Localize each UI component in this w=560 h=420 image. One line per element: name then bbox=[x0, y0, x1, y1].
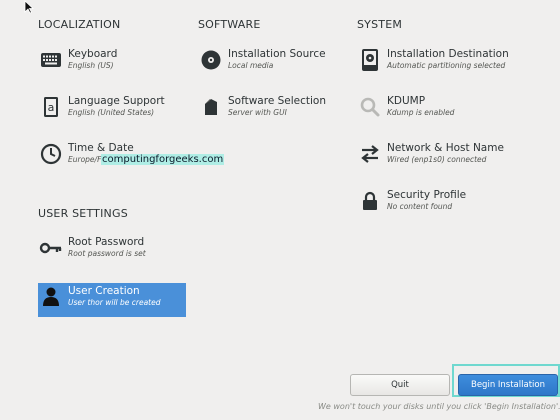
installation-source-spoke[interactable]: Installation Source Local media bbox=[198, 48, 348, 84]
installation-destination-title: Installation Destination bbox=[387, 48, 509, 60]
watermark-text: computingforgeeks.com bbox=[101, 154, 225, 165]
keyboard-spoke[interactable]: Keyboard English (US) bbox=[38, 48, 188, 84]
network-arrows-icon bbox=[358, 142, 382, 166]
network-hostname-title: Network & Host Name bbox=[387, 142, 504, 154]
quit-button[interactable]: Quit bbox=[350, 374, 450, 396]
mouse-cursor-icon bbox=[24, 0, 34, 14]
root-password-title: Root Password bbox=[68, 236, 145, 248]
user-settings-heading: USER SETTINGS bbox=[38, 207, 128, 220]
software-selection-status: Server with GUI bbox=[228, 108, 287, 117]
user-creation-title: User Creation bbox=[68, 285, 140, 297]
localization-heading: LOCALIZATION bbox=[38, 18, 121, 31]
package-icon bbox=[199, 95, 223, 119]
root-password-status: Root password is set bbox=[68, 249, 146, 258]
footer-note: We won't touch your disks until you clic… bbox=[318, 402, 560, 411]
user-creation-status: User thor will be created bbox=[68, 298, 161, 307]
clock-icon bbox=[39, 142, 63, 166]
installation-destination-spoke[interactable]: Installation Destination Automatic parti… bbox=[357, 48, 509, 84]
network-hostname-status: Wired (enp1s0) connected bbox=[387, 155, 487, 164]
keyboard-icon bbox=[39, 48, 63, 72]
kdump-title: KDUMP bbox=[387, 95, 426, 107]
keyboard-status: English (US) bbox=[68, 61, 114, 70]
network-hostname-spoke[interactable]: Network & Host Name Wired (enp1s0) conne… bbox=[357, 142, 507, 178]
keyboard-title: Keyboard bbox=[68, 48, 118, 60]
installation-source-status: Local media bbox=[228, 61, 274, 70]
security-profile-spoke[interactable]: Security Profile No content found bbox=[357, 189, 507, 225]
kdump-status: Kdump is enabled bbox=[387, 108, 455, 117]
magnifier-icon bbox=[358, 95, 382, 119]
time-date-status: Europe/F bbox=[68, 155, 102, 164]
system-heading: SYSTEM bbox=[357, 18, 403, 31]
software-selection-spoke[interactable]: Software Selection Server with GUI bbox=[198, 95, 348, 131]
language-icon: a bbox=[39, 95, 63, 119]
kdump-spoke[interactable]: KDUMP Kdump is enabled bbox=[357, 95, 507, 131]
user-creation-spoke[interactable]: User Creation User thor will be created bbox=[38, 283, 186, 317]
software-heading: SOFTWARE bbox=[198, 18, 261, 31]
installation-destination-status: Automatic partitioning selected bbox=[387, 61, 506, 70]
language-support-spoke[interactable]: a Language Support English (United State… bbox=[38, 95, 188, 131]
disc-icon bbox=[199, 48, 223, 72]
lock-icon bbox=[358, 189, 382, 213]
language-support-title: Language Support bbox=[68, 95, 165, 107]
installation-source-title: Installation Source bbox=[228, 48, 326, 60]
language-support-status: English (United States) bbox=[68, 108, 155, 117]
security-profile-status: No content found bbox=[387, 202, 453, 211]
root-password-spoke[interactable]: Root Password Root password is set bbox=[38, 236, 188, 272]
disk-icon bbox=[358, 48, 382, 72]
key-icon bbox=[39, 236, 63, 260]
user-icon bbox=[39, 285, 63, 309]
svg-text:a: a bbox=[48, 101, 55, 114]
begin-installation-button[interactable]: Begin Installation bbox=[458, 374, 558, 396]
software-selection-title: Software Selection bbox=[228, 95, 327, 107]
security-profile-title: Security Profile bbox=[387, 189, 467, 201]
